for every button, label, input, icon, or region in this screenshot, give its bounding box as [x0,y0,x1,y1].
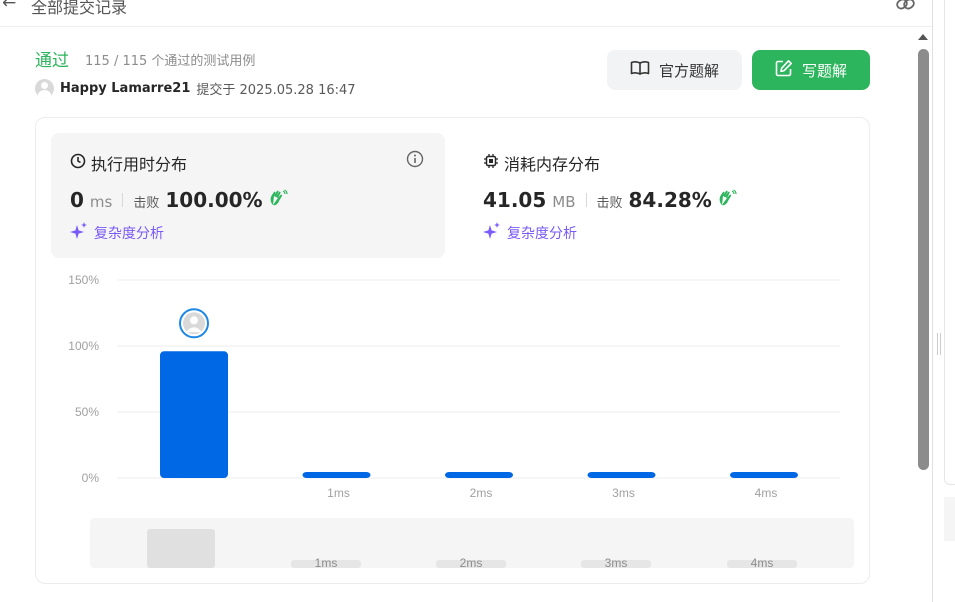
y-tick-label: 100% [68,339,99,353]
x-tick-label: 2ms [470,486,493,500]
chart-bar [587,472,656,478]
runtime-distribution-chart[interactable]: 0% 50% 100% 150% 1ms 2ms 3ms 4ms 1ms 2ms 3ms 4ms [0,0,914,580]
x-tick-label: 3ms [612,486,635,500]
y-tick-label: 150% [68,273,99,287]
y-tick-label: 50% [75,405,99,419]
resize-handle[interactable] [937,333,941,355]
brush-tick-label: 3ms [605,556,628,570]
brush-tick-label: 4ms [751,556,774,570]
chart-bar [730,472,798,478]
side-panel-edge [944,0,955,485]
brush-tick-label: 2ms [460,556,483,570]
side-panel [932,0,955,602]
brush-bar [147,529,215,568]
chart-bar [160,351,228,478]
chart-bar [445,472,513,478]
scroll-up-arrow-icon[interactable] [918,34,928,40]
side-panel-lower [944,497,955,541]
scrollbar-thumb[interactable] [918,49,929,470]
chart-bar [302,472,371,478]
y-tick-label: 0% [82,471,100,485]
x-tick-label: 1ms [327,486,350,500]
x-tick-label: 4ms [755,486,778,500]
user-marker-avatar-head [190,316,198,325]
brush-tick-label: 1ms [315,556,338,570]
